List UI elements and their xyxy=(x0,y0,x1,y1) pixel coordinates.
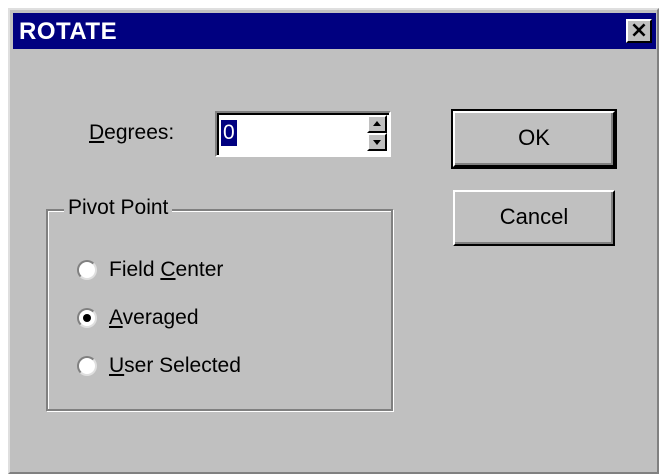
dialog-title: ROTATE xyxy=(19,18,118,45)
radio-label: Averaged xyxy=(109,305,199,331)
radio-label-post: veraged xyxy=(122,306,199,329)
radio-button[interactable] xyxy=(77,356,97,376)
close-icon: × xyxy=(629,18,649,43)
arrow-down-icon xyxy=(373,140,381,145)
radio-label-accel: C xyxy=(160,258,176,281)
cancel-button[interactable]: Cancel xyxy=(453,190,615,246)
degrees-spinbox-frame xyxy=(217,113,389,155)
spin-up-button[interactable] xyxy=(367,115,387,133)
close-button[interactable]: × xyxy=(626,19,652,43)
radio-label-post: ser Selected xyxy=(124,354,241,377)
radio-label-accel: U xyxy=(109,354,125,377)
radio-label-pre: Field xyxy=(109,258,161,281)
degrees-label: Degrees: xyxy=(89,120,174,146)
radio-label-accel: A xyxy=(109,306,123,329)
title-bar[interactable]: ROTATE × xyxy=(13,13,656,49)
rotate-dialog: ROTATE × Degrees: 0 OK Cancel Pivot Poin… xyxy=(8,8,659,474)
ok-button-bevel xyxy=(455,113,613,165)
degrees-label-rest: egrees: xyxy=(104,121,175,144)
cancel-button-bevel xyxy=(455,192,613,244)
radio-selected-dot xyxy=(83,314,91,322)
radio-label: Field Center xyxy=(109,257,223,283)
radio-button[interactable] xyxy=(77,260,97,280)
radio-button[interactable] xyxy=(77,308,97,328)
radio-label-post: enter xyxy=(175,258,224,281)
ok-button[interactable]: OK xyxy=(451,109,617,169)
pivot-point-title: Pivot Point xyxy=(64,195,173,221)
degrees-label-accel: D xyxy=(89,121,105,144)
arrow-up-icon xyxy=(373,121,381,126)
degrees-spinbox[interactable]: 0 xyxy=(215,111,391,157)
spin-down-button[interactable] xyxy=(367,133,387,151)
pivot-point-group xyxy=(46,209,393,411)
degrees-input[interactable]: 0 xyxy=(221,120,237,146)
radio-label: User Selected xyxy=(109,353,241,379)
